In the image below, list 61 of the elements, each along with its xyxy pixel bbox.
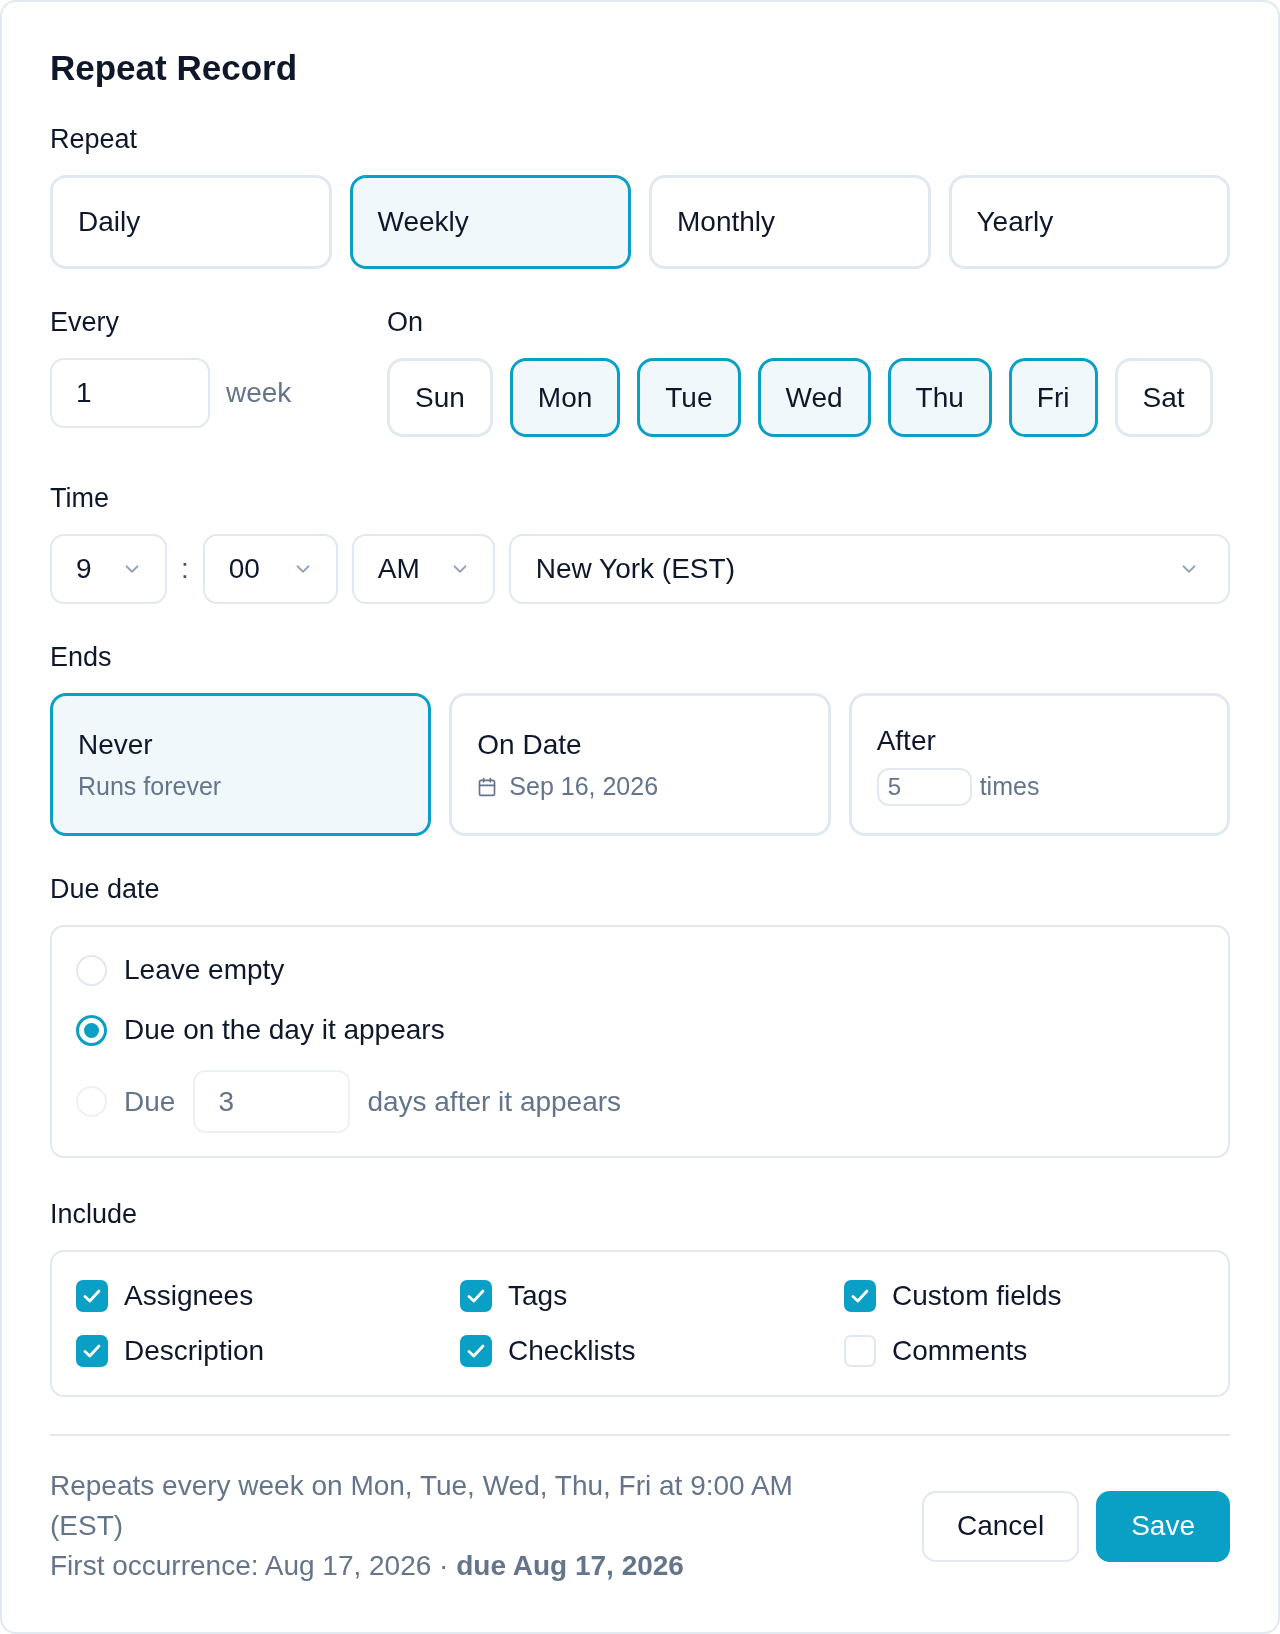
weekday-toggle[interactable]: Wed [757,358,871,437]
summary-text: Repeats every week on Mon, Tue, Wed, Thu, Fri at 9:00 AM (EST) [50,1469,794,1543]
checkbox-label: Checklists [508,1334,636,1368]
section-label: Due date [50,873,161,905]
section-label: Ends [50,641,113,673]
radio-button[interactable] [76,1014,107,1046]
section-label: Repeat [50,123,139,155]
calendar-icon [477,776,498,797]
time-separator: : [181,553,189,585]
hour-select[interactable]: 9 [50,534,167,604]
end-option-card[interactable]: Never Runs forever [50,693,432,836]
end-option-title: Never [78,728,153,762]
end-option-title: On Date [477,728,582,762]
check-icon [83,1289,101,1303]
weekday-toggle[interactable]: Sun [387,358,493,437]
radio-label: Leave empty [124,953,285,987]
weekday-toggle[interactable]: Fri [1008,358,1098,437]
end-date-text: Sep 16, 2026 [509,772,659,801]
dialog-title: Repeat Record [50,48,299,88]
checkbox[interactable] [844,1280,876,1312]
frequency-option[interactable]: Yearly [948,175,1230,269]
section-label: Every [50,306,121,338]
checkbox[interactable] [460,1280,492,1312]
end-option-subtitle: Runs forever [78,772,222,801]
minute-select[interactable]: 00 [202,534,338,604]
checkbox-label: Assignees [124,1279,254,1313]
occurrences-field[interactable]: 5 [876,767,972,806]
checkbox-label: Description [124,1334,265,1368]
check-icon [467,1344,485,1358]
weekday-toggle[interactable]: Mon [509,358,621,437]
weekday-toggle[interactable]: Sat [1114,358,1213,437]
frequency-option[interactable]: Daily [50,175,332,269]
end-option-title: After [876,723,936,758]
period-select[interactable]: AM [351,534,495,604]
radio-label: Due on the day it appears [124,1013,445,1047]
radio-label: Due [124,1084,176,1119]
checkbox[interactable] [76,1280,108,1312]
section-label: On [387,306,425,338]
end-option-card[interactable]: On Date Sep 16, 2026 [449,693,831,836]
check-icon [851,1289,869,1303]
cancel-button[interactable]: Cancel [922,1490,1080,1562]
checkbox[interactable] [460,1335,492,1367]
section-label: Include [50,1198,139,1230]
checkbox-label: Tags [508,1279,568,1313]
checkbox[interactable] [76,1335,108,1367]
checkbox-label: Comments [892,1334,1028,1368]
weekday-toggle[interactable]: Thu [887,358,992,437]
interval-field[interactable]: 1 [50,358,210,428]
unit-label: week [226,377,292,409]
frequency-option[interactable]: Monthly [649,175,931,269]
timezone-select[interactable]: New York (EST) [508,534,1230,604]
check-icon [83,1344,101,1358]
occurrence-text: First occurrence: Aug 17, 2026 · due Aug 17, 2026 [50,1549,685,1583]
frequency-option[interactable]: Weekly [349,175,631,269]
weekday-toggle[interactable]: Tue [637,358,741,437]
checkbox-label: Custom fields [892,1279,1062,1313]
check-icon [467,1289,485,1303]
times-label: times [979,772,1040,801]
section-label: Time [50,482,110,514]
end-option-card[interactable]: After 5 times [848,693,1230,836]
days-suffix-label: days after it appears [367,1084,622,1119]
